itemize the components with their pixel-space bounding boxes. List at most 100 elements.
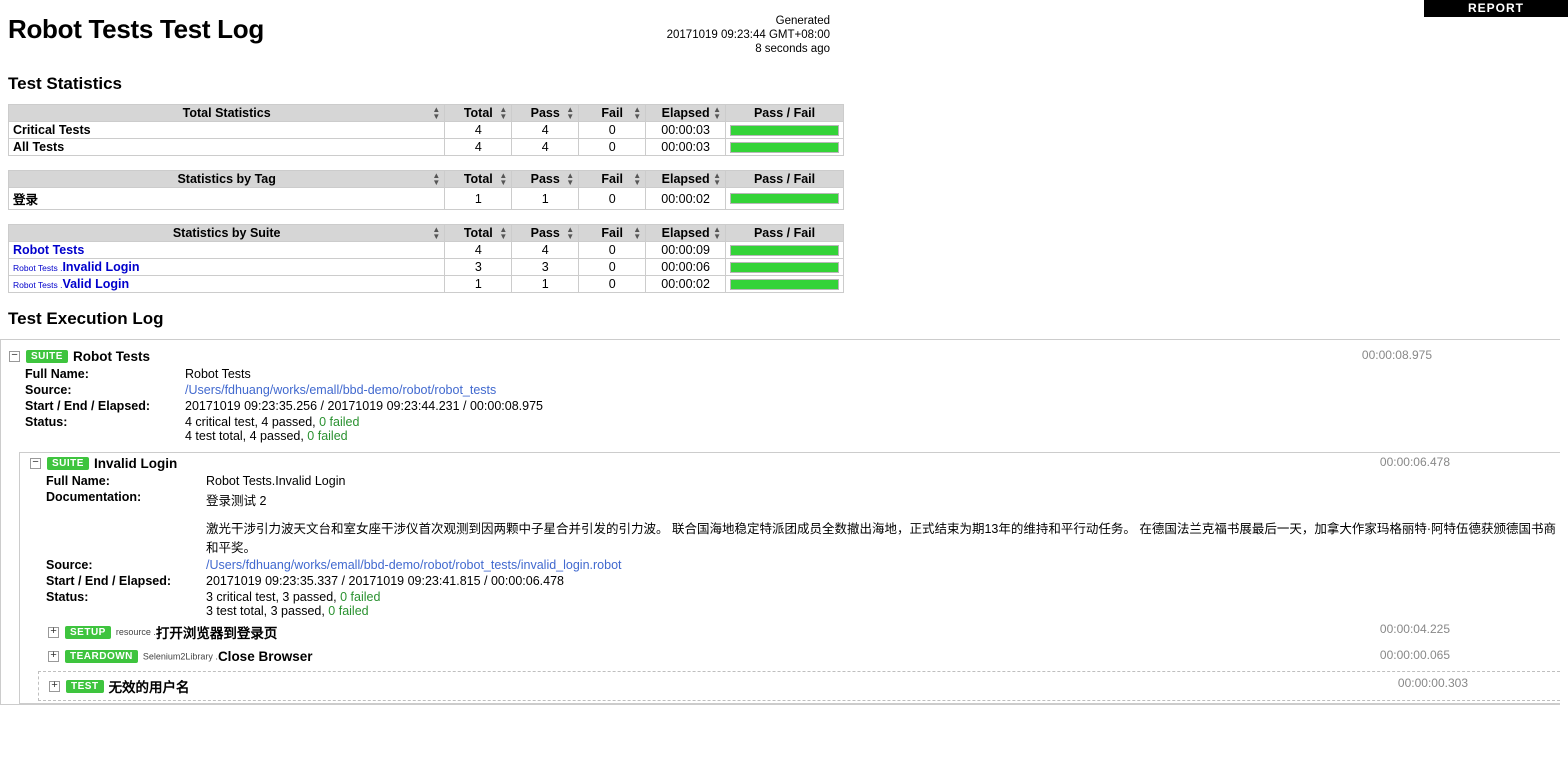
column-header-graph: Pass / Fail: [725, 104, 844, 122]
suite-link[interactable]: Valid Login: [62, 277, 129, 291]
stat-total: 4: [444, 241, 513, 259]
column-header-pass[interactable]: Pass ▲ ▼: [511, 104, 580, 122]
test-execution-log-heading: Test Execution Log: [8, 309, 164, 328]
generated-timestamp: 20171019 09:23:44 GMT+08:00: [666, 29, 830, 41]
table-row: Critical Tests 4 4 0 00:00:03: [7, 121, 844, 139]
status-critical-line: 4 critical test, 4 passed, 0 failed: [185, 415, 543, 429]
stat-total: 1: [444, 187, 513, 210]
test-case-row[interactable]: + TEST 无效的用户名 00:00:00.303: [38, 671, 1560, 702]
metadata-row: Full Name: Robot Tests: [9, 366, 543, 382]
stat-elapsed: 00:00:02: [645, 187, 727, 210]
column-header-total[interactable]: Total ▲ ▼: [444, 170, 513, 188]
setup-keyword-row[interactable]: + SETUP resource .打开浏览器到登录页 00:00:04.225: [20, 619, 1560, 645]
label-full-name: Full Name:: [25, 367, 89, 382]
column-header-name[interactable]: Statistics by Suite ▲ ▼: [7, 224, 446, 242]
stat-fail: 0: [578, 138, 647, 156]
status-critical-line: 3 critical test, 3 passed, 0 failed: [206, 590, 1560, 604]
table-row: Robot Tests 4 4 0 00:00:09: [7, 241, 844, 259]
child-suite-block: − SUITE Invalid Login 00:00:06.478 Full Na…: [19, 452, 1560, 705]
stat-pass: 4: [511, 138, 580, 156]
collapse-toggle-icon[interactable]: −: [9, 351, 20, 363]
sort-arrow-icon[interactable]: ▲ ▼: [432, 106, 440, 121]
bar-track: [730, 193, 839, 204]
column-header-fail[interactable]: Fail ▲ ▼: [578, 224, 647, 242]
column-header-total[interactable]: Total ▲ ▼: [444, 224, 513, 242]
status-total-failed: 0 failed: [307, 429, 348, 444]
source-link[interactable]: /Users/fdhuang/works/emall/bbd-demo/robo…: [206, 558, 622, 572]
source-link[interactable]: /Users/fdhuang/works/emall/bbd-demo/robo…: [185, 383, 496, 397]
stat-fail: 0: [578, 121, 647, 139]
value-status: 4 critical test, 4 passed, 0 failed 4 te…: [185, 414, 543, 444]
stat-passfail-bar: [725, 241, 844, 259]
suite-link[interactable]: Robot Tests: [13, 243, 84, 257]
sort-arrow-icon[interactable]: ▲ ▼: [499, 172, 507, 187]
sort-arrow-icon[interactable]: ▲ ▼: [633, 226, 641, 241]
column-header-name[interactable]: Total Statistics ▲ ▼: [7, 104, 446, 122]
bar-pass-fill: [731, 245, 838, 255]
table-row: Robot Tests .Invalid Login 3 3 0 00:00:0…: [7, 258, 844, 276]
status-critical-failed: 0 failed: [319, 415, 360, 430]
total-statistics-table: Total Statistics ▲ ▼ Total ▲ ▼ Pass ▲ ▼ Fai…: [7, 104, 844, 156]
sort-arrow-icon[interactable]: ▲ ▼: [566, 106, 574, 121]
sort-arrow-icon[interactable]: ▲ ▼: [566, 226, 574, 241]
child-suite-header[interactable]: − SUITE Invalid Login 00:00:06.478: [20, 453, 1560, 473]
suite-link[interactable]: Invalid Login: [62, 260, 139, 274]
metadata-row: Status: 4 critical test, 4 passed, 0 fai…: [9, 414, 543, 444]
metadata-row: Status: 3 critical test, 3 passed, 0 fai…: [28, 589, 1560, 619]
expand-toggle-icon[interactable]: +: [49, 680, 60, 692]
sort-arrow-icon[interactable]: ▲ ▼: [432, 226, 440, 241]
sort-arrow-icon[interactable]: ▲ ▼: [713, 106, 721, 121]
sort-arrow-icon[interactable]: ▲ ▼: [633, 172, 641, 187]
stat-fail: 0: [578, 241, 647, 259]
bar-track: [730, 278, 839, 290]
tag-name: 登录: [7, 187, 446, 210]
column-header-pass[interactable]: Pass ▲ ▼: [511, 170, 580, 188]
bar-pass-fill: [731, 194, 838, 203]
sort-arrow-icon[interactable]: ▲ ▼: [499, 226, 507, 241]
column-header-name[interactable]: Statistics by Tag ▲ ▼: [7, 170, 446, 188]
teardown-keyword-row[interactable]: + TEARDOWN Selenium2Library .Close Browser…: [20, 645, 1560, 667]
column-header-pass[interactable]: Pass ▲ ▼: [511, 224, 580, 242]
status-total-line: 4 test total, 4 passed, 0 failed: [185, 429, 543, 443]
collapse-toggle-icon[interactable]: −: [30, 458, 41, 470]
stat-elapsed: 00:00:09: [645, 241, 727, 259]
table-row: All Tests 4 4 0 00:00:03: [7, 138, 844, 156]
root-suite-header[interactable]: − SUITE Robot Tests 00:00:08.975: [1, 346, 1560, 366]
sort-arrow-icon[interactable]: ▲ ▼: [713, 172, 721, 187]
sort-arrow-icon[interactable]: ▲ ▼: [432, 172, 440, 187]
table-header-row: Total Statistics ▲ ▼ Total ▲ ▼ Pass ▲ ▼ Fai…: [7, 104, 844, 122]
value-full-name: Robot Tests.Invalid Login: [206, 474, 346, 489]
expand-toggle-icon[interactable]: +: [48, 651, 59, 663]
value-documentation: 登录测试 2 激光干涉引力波天文台和室女座干涉仪首次观测到因两颗中子星合并引发的…: [206, 489, 1560, 557]
column-header-elapsed[interactable]: Elapsed ▲ ▼: [645, 224, 727, 242]
expand-toggle-icon[interactable]: +: [48, 626, 59, 638]
statistics-by-suite-table: Statistics by Suite ▲ ▼ Total ▲ ▼ Pass ▲ ▼ …: [7, 224, 844, 293]
setup-keyword-name: 打开浏览器到登录页: [155, 626, 278, 642]
generated-relative-time: 8 seconds ago: [755, 43, 830, 55]
suite-parent-name: Robot Tests .: [13, 280, 63, 290]
column-header-fail-label: Fail: [601, 226, 623, 240]
stat-passfail-bar: [725, 258, 844, 276]
column-header-fail[interactable]: Fail ▲ ▼: [578, 104, 647, 122]
label-source: Source:: [25, 383, 72, 398]
stat-total: 1: [444, 275, 513, 293]
stat-pass: 3: [511, 258, 580, 276]
column-header-fail[interactable]: Fail ▲ ▼: [578, 170, 647, 188]
stat-passfail-bar: [725, 121, 844, 139]
status-total-text: 4 test total, 4 passed,: [185, 429, 308, 444]
sort-arrow-icon[interactable]: ▲ ▼: [499, 106, 507, 121]
label-start-end-elapsed: Start / End / Elapsed:: [25, 399, 151, 414]
bar-track: [730, 124, 839, 136]
bar-pass-fill: [731, 125, 838, 135]
column-header-elapsed[interactable]: Elapsed ▲ ▼: [645, 104, 727, 122]
stat-pass: 4: [511, 241, 580, 259]
sort-arrow-icon[interactable]: ▲ ▼: [566, 172, 574, 187]
bar-pass-fill: [731, 262, 838, 272]
column-header-elapsed[interactable]: Elapsed ▲ ▼: [645, 170, 727, 188]
value-start-end-elapsed: 20171019 09:23:35.337 / 20171019 09:23:4…: [206, 574, 564, 589]
sort-arrow-icon[interactable]: ▲ ▼: [713, 226, 721, 241]
column-header-total[interactable]: Total ▲ ▼: [444, 104, 513, 122]
table-row: Robot Tests .Valid Login 1 1 0 00:00:02: [7, 275, 844, 293]
stat-total: 4: [444, 138, 513, 156]
sort-arrow-icon[interactable]: ▲ ▼: [633, 106, 641, 121]
